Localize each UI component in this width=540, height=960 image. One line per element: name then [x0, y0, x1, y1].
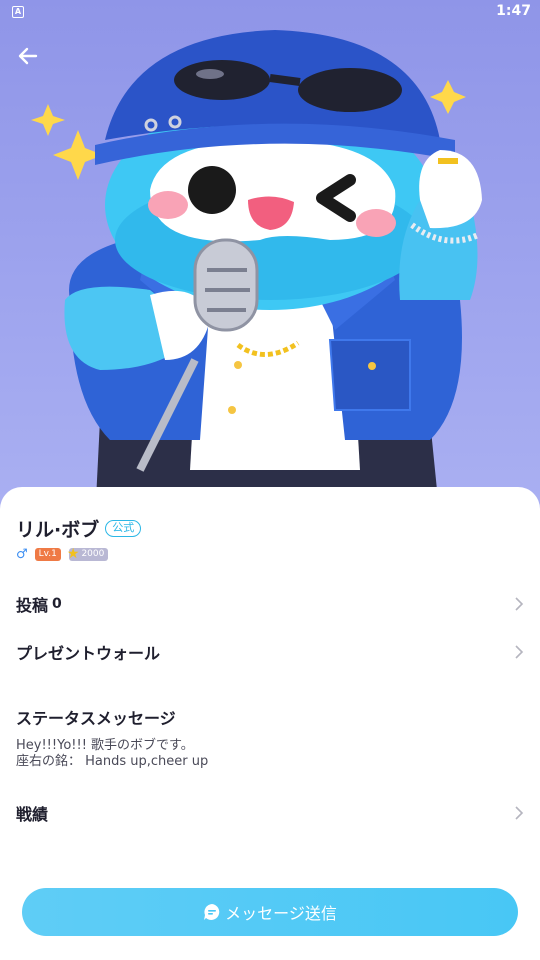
- app-notification-icon: A: [12, 6, 24, 18]
- mascot-illustration: [31, 30, 482, 520]
- name-row: リル·ボブ 公式: [16, 515, 142, 542]
- status-message-text: Hey!!!Yo!!! 歌手のボブです。 座右の銘： Hands up,chee…: [16, 738, 208, 770]
- send-message-label: メッセージ送信: [225, 904, 337, 923]
- gift-wall-row[interactable]: プレゼントウォール: [16, 638, 524, 666]
- chevron-right-icon: [515, 597, 524, 611]
- male-gender-icon: ♂: [16, 546, 28, 562]
- status-line-1: Hey!!!Yo!!! 歌手のボブです。: [16, 738, 194, 753]
- arrow-left-icon: [18, 47, 38, 65]
- star-count: 2000: [81, 549, 105, 559]
- posts-count: 0: [52, 596, 62, 612]
- record-row[interactable]: 戦績: [16, 799, 524, 827]
- chevron-right-icon: [515, 645, 524, 659]
- profile-cover-image: A 1:47: [0, 0, 540, 520]
- chat-bubble-icon: [204, 904, 220, 920]
- back-button[interactable]: [12, 40, 44, 72]
- star-badge: ★ 2000: [66, 545, 109, 562]
- meta-row: ♂ Lv.1 ★ 2000: [16, 545, 109, 562]
- posts-label: 投稿: [16, 596, 49, 615]
- chevron-right-icon: [515, 806, 524, 820]
- record-label: 戦績: [16, 805, 49, 824]
- status-line-2: 座右の銘： Hands up,cheer up: [16, 754, 209, 769]
- send-message-button[interactable]: メッセージ送信: [22, 888, 518, 936]
- level-badge: Lv.1: [34, 547, 61, 561]
- status-message-title: ステータスメッセージ: [16, 709, 176, 728]
- status-time: 1:47: [496, 3, 531, 19]
- official-badge: 公式: [105, 520, 142, 537]
- gift-wall-label: プレゼントウォール: [16, 644, 161, 663]
- star-icon: ★: [66, 545, 80, 562]
- profile-name: リル·ボブ: [16, 519, 100, 541]
- posts-row[interactable]: 投稿 0: [16, 590, 524, 618]
